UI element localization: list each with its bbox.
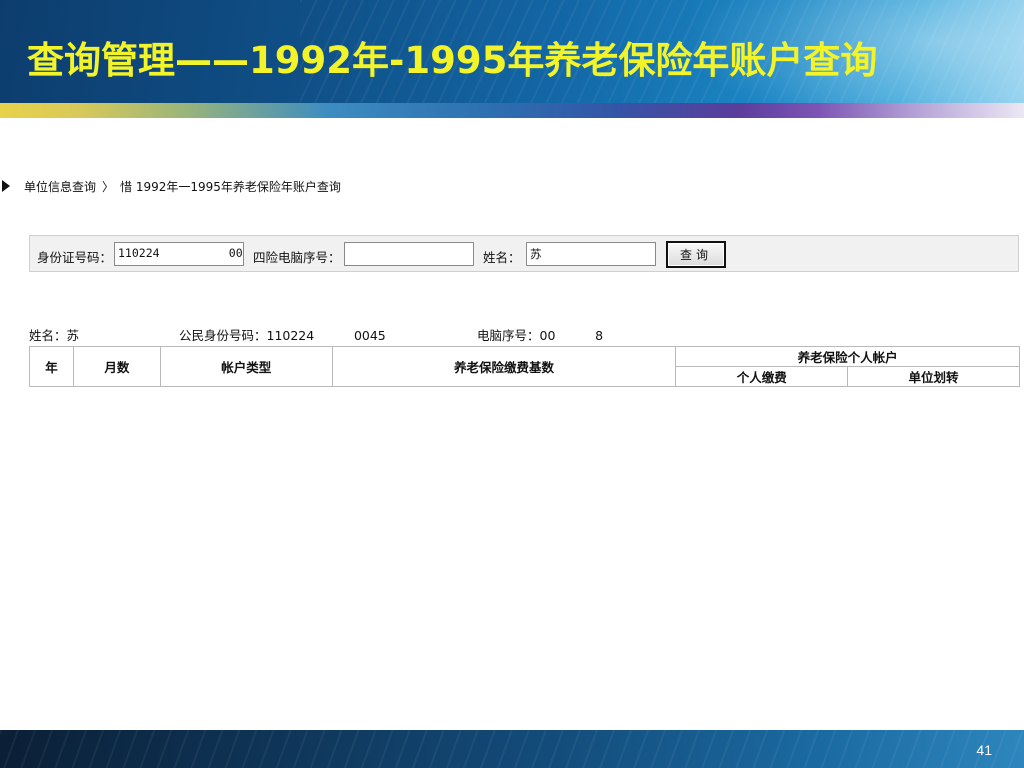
id-number-input[interactable]: 110224 0045 bbox=[114, 242, 244, 266]
query-button[interactable]: 查询 bbox=[666, 241, 726, 268]
breadcrumb-current: 惜 1992年一1995年养老保险年账户查询 bbox=[120, 179, 341, 194]
footer-texture bbox=[0, 730, 1024, 768]
col-contribution-base: 养老保险缴费基数 bbox=[331, 346, 677, 387]
slide-footer: 41 bbox=[0, 730, 1024, 768]
breadcrumb-parent[interactable]: 单位信息查询 bbox=[24, 178, 96, 195]
col-personal-account: 养老保险个人帐户 bbox=[675, 346, 1020, 367]
header-color-stripe bbox=[0, 103, 1024, 118]
breadcrumb: 单位信息查询 〉 惜 1992年一1995年养老保险年账户查询 bbox=[2, 176, 341, 196]
info-serial: 电脑序号：00 8 bbox=[477, 328, 604, 343]
serial-number-input[interactable] bbox=[344, 242, 474, 266]
name-label: 姓名： bbox=[483, 250, 521, 265]
slide-header: 查询管理——1992年-1995年养老保险年账户查询 bbox=[0, 0, 1024, 103]
name-input[interactable]: 苏 bbox=[526, 242, 656, 266]
id-number-label: 身份证号码： bbox=[37, 250, 113, 265]
col-unit-transfer: 单位划转 bbox=[847, 366, 1020, 387]
slide-title: 查询管理——1992年-1995年养老保险年账户查询 bbox=[27, 39, 878, 82]
serial-number-label: 四险电脑序号： bbox=[253, 250, 341, 265]
triangle-right-icon bbox=[2, 180, 10, 192]
col-year: 年 bbox=[29, 346, 74, 387]
info-name: 姓名：苏 bbox=[29, 328, 80, 343]
account-table: 年 月数 帐户类型 养老保险缴费基数 养老保险个人帐户 个人缴费 单位划转 bbox=[29, 346, 1020, 387]
col-account-type: 帐户类型 bbox=[159, 346, 333, 387]
breadcrumb-separator: 〉 bbox=[102, 179, 115, 194]
page-number: 41 bbox=[976, 742, 992, 758]
col-months: 月数 bbox=[72, 346, 161, 387]
search-bar: 身份证号码： 110224 0045 四险电脑序号： 姓名： 苏 查询 bbox=[29, 235, 1019, 272]
col-personal-payment: 个人缴费 bbox=[675, 366, 849, 387]
info-citizen-id: 公民身份号码：110224 0045 bbox=[179, 328, 386, 343]
